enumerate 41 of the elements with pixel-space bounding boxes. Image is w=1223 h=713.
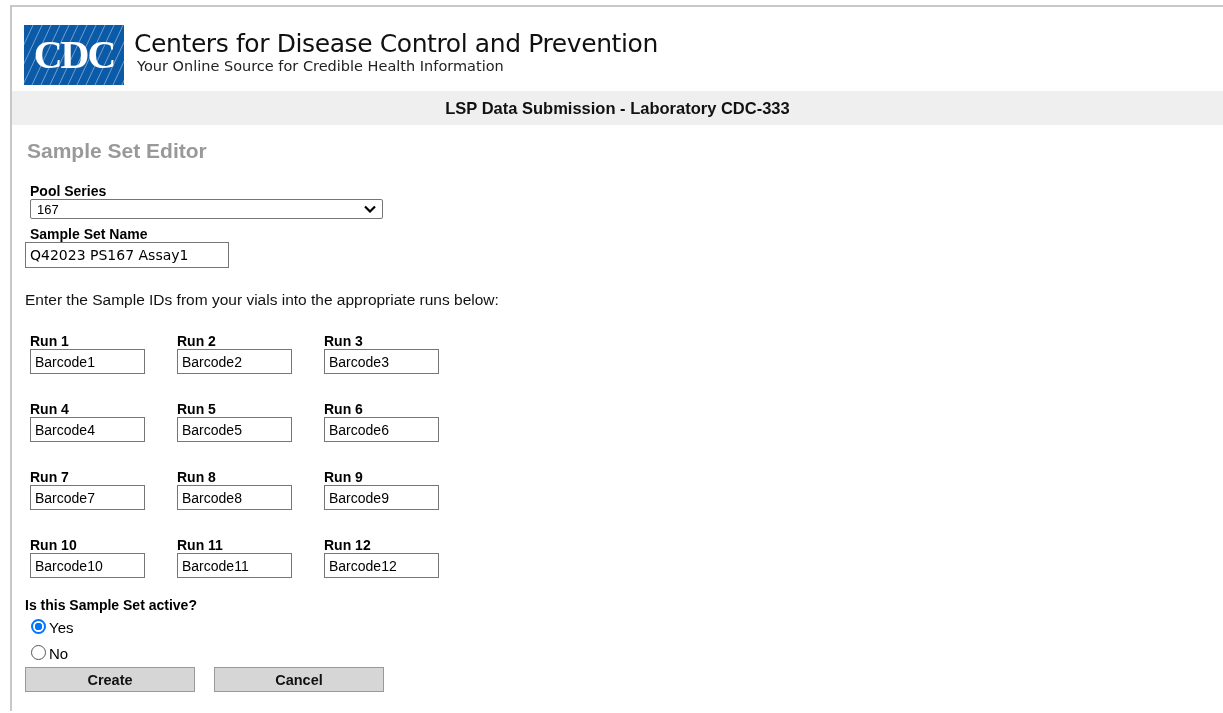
run-label: Run 5 [177,401,217,417]
run-label: Run 3 [324,333,364,349]
run-field[interactable]: Barcode6 [324,417,439,442]
run-label: Run 1 [30,333,70,349]
pool-series-select[interactable]: 167 [30,199,383,219]
run-label: Run 6 [324,401,364,417]
run-label: Run 9 [324,469,364,485]
radio-label[interactable]: No [49,645,69,662]
run-field[interactable]: Barcode9 [324,485,439,510]
run-field[interactable]: Barcode7 [30,485,145,510]
run-field[interactable]: Barcode1 [30,349,145,374]
run-field[interactable]: Barcode8 [177,485,292,510]
logo: CDC [24,24,124,85]
field-label: Sample Set Name [30,226,149,242]
site-title: Centers for Disease Control and Prevention [134,29,658,58]
radio-label[interactable]: Yes [49,619,74,636]
question-label: Is this Sample Set active? [25,597,198,613]
run-field[interactable]: Barcode5 [177,417,292,442]
run-label: Run 7 [30,469,70,485]
run-field[interactable]: Barcode2 [177,349,292,374]
form-button[interactable]: Cancel [214,667,384,692]
form-button[interactable]: Create [25,667,195,692]
run-label: Run 11 [177,537,224,553]
run-label: Run 12 [324,537,372,553]
run-field[interactable]: Barcode4 [30,417,145,442]
banner-title: LSP Data Submission - Laboratory CDC-333 [445,98,790,118]
instruction-text: Enter the Sample IDs from your vials into the appropriate runs below: [25,291,500,309]
field-label: Pool Series [30,183,108,199]
sample-set-name-field[interactable]: Q42023 PS167 Assay1 [25,242,229,268]
run-label: Run 2 [177,333,217,349]
run-field[interactable]: Barcode11 [177,553,292,578]
radio-button[interactable] [31,618,46,634]
run-field[interactable]: Barcode10 [30,553,145,578]
page-heading: Sample Set Editor [27,139,208,163]
run-field[interactable]: Barcode12 [324,553,439,578]
run-field[interactable]: Barcode3 [324,349,439,374]
tagline: Your Online Source for Credible Health Information [137,58,505,74]
run-label: Run 4 [30,401,70,417]
run-label: Run 10 [30,537,78,553]
chevron-down-icon [364,205,376,213]
run-label: Run 8 [177,469,217,485]
